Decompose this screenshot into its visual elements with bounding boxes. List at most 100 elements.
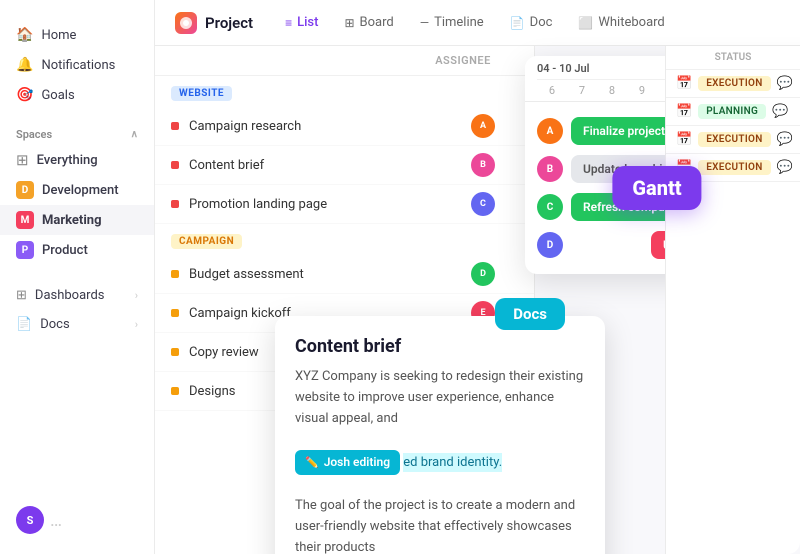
task-table-header: ASSIGNEE	[155, 46, 534, 76]
gantt-day: 6	[537, 84, 567, 97]
tab-board[interactable]: ⊞ Board	[332, 9, 405, 36]
tab-whiteboard[interactable]: ⬜ Whiteboard	[566, 9, 676, 36]
chat-icon: 💬	[777, 160, 793, 175]
sidebar-item-goals[interactable]: 🎯 Goals	[0, 80, 154, 110]
status-badge: PLANNING	[698, 104, 766, 119]
website-badge: WEBSITE	[171, 86, 232, 101]
task-status-dot	[171, 309, 179, 317]
avatar: C	[471, 192, 495, 216]
table-row[interactable]: Campaign research A	[155, 107, 534, 146]
topbar-title-group: Project	[175, 12, 253, 34]
status-badge: EXECUTION	[698, 160, 770, 175]
sidebar-item-marketing[interactable]: M Marketing	[0, 205, 154, 235]
sidebar-docs-label: Docs	[40, 317, 69, 332]
docs-floating-badge: Docs	[495, 298, 565, 330]
dashboards-icon: ⊞	[16, 288, 27, 303]
content-area: ASSIGNEE WEBSITE Campaign research A Con…	[155, 46, 800, 554]
sidebar-item-product[interactable]: P Product	[0, 235, 154, 265]
tab-timeline-label: Timeline	[434, 15, 484, 30]
task-status-dot	[171, 122, 179, 130]
sidebar-dashboards-label: Dashboards	[35, 288, 105, 303]
docs-panel-body: XYZ Company is seeking to redesign their…	[295, 367, 585, 554]
task-name: Campaign research	[189, 119, 448, 134]
task-assignee: A	[448, 114, 518, 138]
sidebar-item-docs[interactable]: 📄 Docs ›	[0, 310, 154, 339]
tab-doc[interactable]: 📄 Doc	[498, 9, 565, 36]
campaign-section-header: CAMPAIGN	[155, 224, 534, 255]
docs-body-before: XYZ Company is seeking to redesign their…	[295, 369, 583, 426]
sidebar-home-label: Home	[41, 28, 76, 43]
tab-board-label: Board	[360, 15, 394, 30]
sidebar-development-label: Development	[42, 183, 119, 198]
task-assignee: B	[448, 153, 518, 177]
sidebar-item-development[interactable]: D Development	[0, 175, 154, 205]
home-icon: 🏠	[16, 27, 33, 43]
avatar-menu-icon: …	[50, 510, 62, 531]
chat-icon: 💬	[777, 132, 793, 147]
everything-grid-icon: ⊞	[16, 151, 29, 169]
dashboards-chevron-icon: ›	[135, 289, 138, 302]
docs-panel-title: Content brief	[295, 336, 585, 357]
goals-icon: 🎯	[16, 87, 33, 103]
board-icon: ⊞	[344, 16, 354, 30]
status-row: 📅 PLANNING 💬	[666, 98, 800, 126]
project-icon	[175, 12, 197, 34]
development-dot: D	[16, 181, 34, 199]
sidebar-item-dashboards[interactable]: ⊞ Dashboards ›	[0, 281, 154, 310]
topbar: Project ≡ List ⊞ Board — Timeline 📄 Doc …	[155, 0, 800, 46]
sidebar: 🏠 Home 🔔 Notifications 🎯 Goals Spaces ∧ …	[0, 0, 155, 554]
task-name: Content brief	[189, 158, 448, 173]
calendar-icon: 📅	[676, 104, 692, 119]
tab-doc-label: Doc	[530, 15, 553, 30]
sidebar-notifications-label: Notifications	[41, 58, 115, 73]
sidebar-item-home[interactable]: 🏠 Home	[0, 20, 154, 50]
task-name: Promotion landing page	[189, 197, 448, 212]
bell-icon: 🔔	[16, 57, 33, 73]
table-row[interactable]: Content brief B	[155, 146, 534, 185]
gantt-tooltip-label: Gantt	[612, 166, 701, 210]
product-dot: P	[16, 241, 34, 259]
avatar: B	[471, 153, 495, 177]
right-status-panel: STATUS 📅 EXECUTION 💬 📅 PLANNING 💬 📅 EXEC…	[665, 46, 800, 554]
task-col-assignee-header: ASSIGNEE	[428, 54, 498, 67]
list-icon: ≡	[285, 16, 292, 30]
project-title: Project	[205, 14, 253, 32]
avatar: D	[537, 232, 563, 258]
task-assignee: C	[448, 192, 518, 216]
spaces-chevron-icon: ∧	[131, 129, 138, 140]
gantt-day: 9	[627, 84, 657, 97]
sidebar-item-everything[interactable]: ⊞ Everything	[0, 145, 154, 175]
docs-badge-container: Docs	[495, 298, 565, 330]
status-badge: EXECUTION	[698, 132, 770, 147]
table-row[interactable]: Promotion landing page C	[155, 185, 534, 224]
sidebar-goals-label: Goals	[41, 88, 74, 103]
tab-timeline[interactable]: — Timeline	[408, 9, 496, 36]
sidebar-product-label: Product	[42, 243, 88, 258]
chat-icon: 💬	[772, 104, 788, 119]
pencil-icon: ✏️	[305, 454, 319, 472]
docs-editing-badge: ✏️ Josh editing	[295, 450, 400, 475]
user-avatar-row: S …	[0, 498, 155, 542]
task-status-dot	[171, 348, 179, 356]
right-header: STATUS	[666, 46, 800, 70]
task-status-dot	[171, 270, 179, 278]
gantt-week1-label: 04 - 10 Jul	[537, 62, 590, 75]
docs-chevron-icon: ›	[135, 318, 138, 331]
avatar: D	[471, 262, 495, 286]
timeline-icon: —	[420, 16, 429, 30]
status-badge: EXECUTION	[698, 76, 770, 91]
website-section-header: WEBSITE	[155, 76, 534, 107]
table-row[interactable]: Budget assessment D	[155, 255, 534, 294]
task-status-dot	[171, 200, 179, 208]
sidebar-item-notifications[interactable]: 🔔 Notifications	[0, 50, 154, 80]
avatar: A	[537, 118, 563, 144]
main-area: Project ≡ List ⊞ Board — Timeline 📄 Doc …	[155, 0, 800, 554]
sidebar-everything-label: Everything	[37, 153, 98, 168]
docs-body-after: The goal of the project is to create a m…	[295, 498, 575, 554]
gantt-day: 8	[597, 84, 627, 97]
tab-list[interactable]: ≡ List	[273, 9, 330, 36]
gantt-day: 7	[567, 84, 597, 97]
spaces-label: Spaces	[16, 128, 52, 141]
avatar: C	[537, 194, 563, 220]
avatar[interactable]: S	[16, 506, 44, 534]
